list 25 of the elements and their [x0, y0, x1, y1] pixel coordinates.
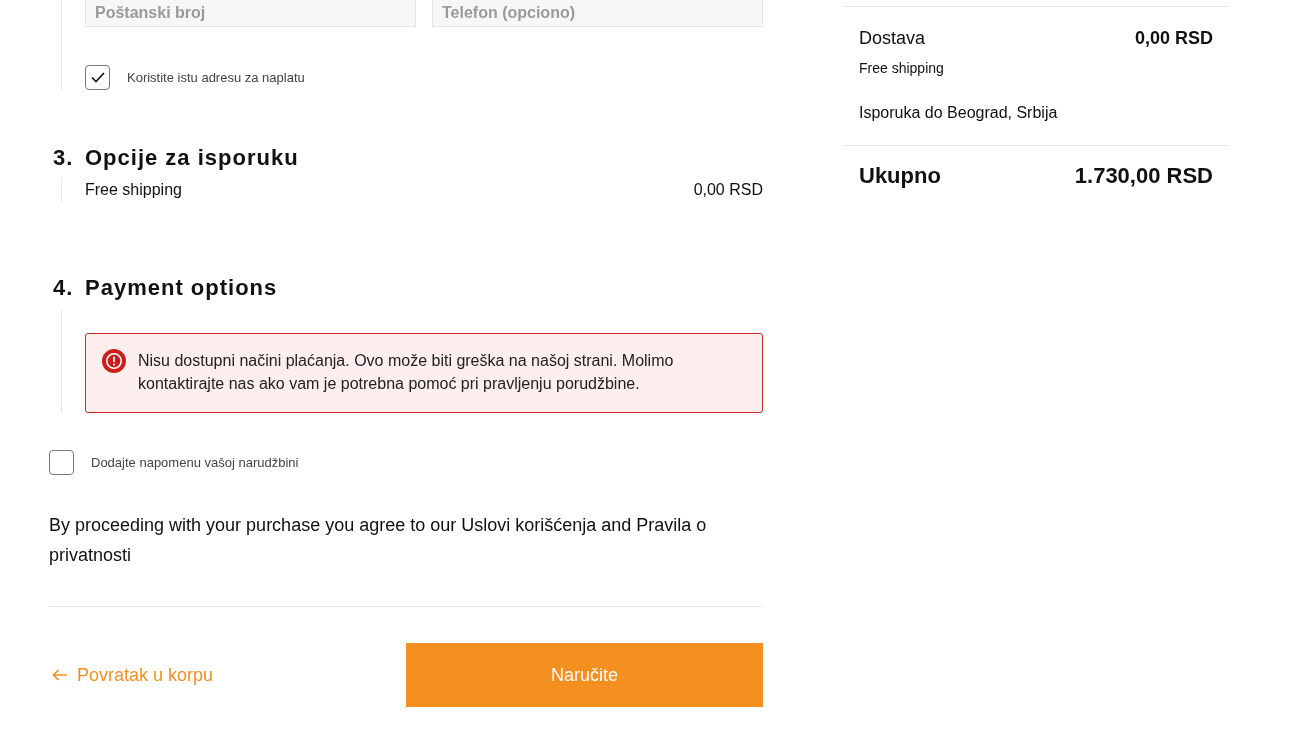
checkbox-label: Dodajte napomenu vašoj narudžbini: [91, 455, 299, 470]
checkmark-icon: [90, 72, 105, 83]
checkbox-label: Koristite istu adresu za naplatu: [127, 70, 305, 85]
back-to-cart-link[interactable]: Povratak u korpu: [52, 664, 214, 686]
section-title: Payment options: [85, 275, 278, 301]
error-message: Nisu dostupni načini plaćanja. Ovo može biti greška na našoj strani. Molimo kontaktirajte nas ako vam je potrebna pomoć pri pravljenju porudžbine.: [138, 351, 675, 394]
error-icon: [102, 349, 126, 373]
terms-text: By proceeding with your purchase you agree to our Uslovi korišćenja and Pravila o privatnosti: [49, 514, 708, 567]
place-order-button[interactable]: Naručite: [406, 643, 763, 707]
shipping-option-label: Free shipping: [85, 181, 182, 199]
shipping-option-price: 0,00 RSD: [693, 181, 763, 199]
shipping-label: Dostava: [859, 27, 926, 49]
total-label: Ukupno: [859, 163, 941, 189]
shipping-method: Free shipping: [859, 59, 945, 78]
arrow-left-icon: [52, 669, 68, 681]
total-amount: 1.730,00 RSD: [1074, 163, 1213, 189]
section-number: 3.: [53, 145, 75, 171]
input-field[interactable]: Poštanski broj: [85, 0, 416, 27]
section-title: Opcije za isporuku: [85, 145, 299, 171]
shipping-cost: 0,00 RSD: [1134, 27, 1213, 49]
shipping-destination: Isporuka do Beograd, Srbija: [859, 103, 1059, 123]
input-field[interactable]: Telefon (opciono): [432, 0, 763, 27]
checkbox[interactable]: [49, 450, 74, 475]
section-number: 4.: [53, 275, 75, 301]
checkbox[interactable]: [85, 65, 110, 90]
